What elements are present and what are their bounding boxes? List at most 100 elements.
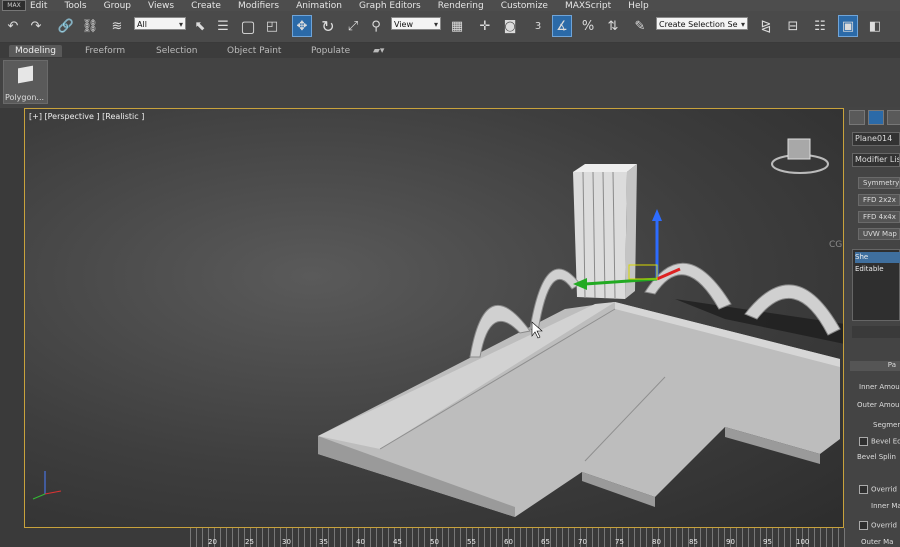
timeline-tick: 20 [208,538,217,546]
create-tab-icon[interactable] [849,110,865,125]
timeline-tick: 70 [578,538,587,546]
timeline-tick: 100 [796,538,810,546]
snap-toggle-icon[interactable]: 3 [528,15,548,37]
stack-item-editable[interactable]: Editable [855,264,900,275]
rotate-icon[interactable]: ↻ [318,15,338,37]
timeline-tick: 80 [652,538,661,546]
menu-item-edit[interactable]: Edit [30,1,47,11]
scene-render [32,138,843,517]
menu-item-create[interactable]: Create [191,1,221,11]
parameters-rollout-header[interactable]: Pa [850,361,900,371]
timeline-tick: 35 [319,538,328,546]
percent-snap-icon[interactable]: % [578,15,598,37]
pivot-icon[interactable]: ▦ [447,15,467,37]
menu-item-modifiers[interactable]: Modifiers [238,1,279,11]
bevel-spline-label: Bevel Splin [857,453,896,461]
menu-item-maxscript[interactable]: MAXScript [565,1,611,11]
symmetry-button[interactable]: Symmetry [858,177,900,189]
select-object-icon[interactable]: ⬉ [190,15,210,37]
render-frame-icon[interactable]: ◧ [865,15,885,37]
layer-manager-icon[interactable]: ☷ [810,15,830,37]
polygon-modeling-label: Polygon... [5,93,45,102]
menu-bar: MAX Edit Tools Group Views Create Modifi… [0,0,900,11]
timeline-tick: 95 [763,538,772,546]
modify-tab-icon[interactable] [868,110,884,125]
tab-modeling[interactable]: Modeling [9,45,62,57]
mirror-icon[interactable]: ⧎ [756,15,776,37]
bind-space-warp-icon[interactable]: ≋ [107,15,127,37]
uvw-map-button[interactable]: UVW Map [858,228,900,240]
redo-icon[interactable]: ↷ [26,15,46,37]
manipulate-icon[interactable]: ⚲ [366,15,386,37]
undo-icon[interactable]: ↶ [3,15,23,37]
unlink-icon[interactable]: ⛓ [80,15,100,37]
menu-item-rendering[interactable]: Rendering [438,1,484,11]
select-by-name-icon[interactable]: ☰ [213,15,233,37]
timeline-tick: 30 [282,538,291,546]
window-crossing-icon[interactable]: ◰ [262,15,282,37]
reference-coord-dropdown[interactable]: View [391,17,441,31]
render-setup-icon[interactable]: ▣ [838,15,858,37]
menu-item-help[interactable]: Help [628,1,649,11]
timeline-tick: 55 [467,538,476,546]
bevel-edges-checkbox[interactable]: Bevel Ed [859,437,900,446]
link-icon[interactable]: 🔗 [56,15,76,37]
hierarchy-tab-icon[interactable] [887,110,900,125]
edit-named-selection-icon[interactable]: ✎ [630,15,650,37]
selection-filter-dropdown[interactable]: All [134,17,186,31]
timeline-tick: 45 [393,538,402,546]
named-selection-dropdown[interactable]: Create Selection Se [656,17,748,31]
tab-freeform[interactable]: Freeform [85,45,125,57]
outer-material-label: Outer Ma [861,538,894,546]
timeline-tick: 85 [689,538,698,546]
override-inner-checkbox[interactable]: Overrid [859,485,897,494]
timeline-tick: 75 [615,538,624,546]
spinner-snap-icon[interactable]: ⇅ [603,15,623,37]
cube-icon [18,65,33,84]
timeline-tick: 40 [356,538,365,546]
app-logo[interactable]: MAX [2,0,26,11]
segments-label: Segmen [873,421,900,429]
timeline-tick: 60 [504,538,513,546]
timeline-tick: 65 [541,538,550,546]
align-icon[interactable]: ⊟ [783,15,803,37]
watermark-text: CG自学网 [829,240,843,250]
tab-selection[interactable]: Selection [156,45,197,57]
viewport-left-strip [0,108,24,528]
tab-populate[interactable]: Populate [311,45,350,57]
ribbon-panel: Polygon... [0,58,900,107]
object-name-field[interactable]: Plane014 [852,132,900,146]
menu-item-group[interactable]: Group [104,1,131,11]
keyboard-shortcut-icon[interactable]: ◙ [500,15,520,37]
override-outer-checkbox[interactable]: Overrid [859,521,897,530]
stack-item-shell[interactable]: She [855,252,900,263]
ffd-2x2-button[interactable]: FFD 2x2x [858,194,900,206]
move-icon[interactable]: ✥ [292,15,312,37]
menu-item-graph-editors[interactable]: Graph Editors [359,1,421,11]
timeline-tick: 90 [726,538,735,546]
polygon-modeling-button[interactable]: Polygon... [3,60,48,104]
select-manipulate-icon[interactable]: ✛ [475,15,495,37]
ffd-4x4-button[interactable]: FFD 4x4x [858,211,900,223]
ribbon-options-icon[interactable]: ▰▾ [373,45,384,57]
perspective-viewport[interactable]: [+] [Perspective ] [Realistic ] CG [24,108,844,528]
inner-amount-label: Inner Amou [859,383,900,391]
outer-amount-label: Outer Amou [857,401,900,409]
angle-snap-icon[interactable]: ∡ [552,15,572,37]
modifier-list-dropdown[interactable]: Modifier List [852,153,900,167]
main-toolbar: ↶ ↷ 🔗 ⛓ ≋ All ⬉ ☰ ▢ ◰ ✥ ↻ ⤢ ⚲ View ▦ ✛ ◙… [0,11,900,43]
tab-object-paint[interactable]: Object Paint [227,45,281,57]
rect-select-icon[interactable]: ▢ [238,15,258,37]
ribbon-tabs: Modeling Freeform Selection Object Paint… [0,43,900,58]
menu-item-tools[interactable]: Tools [64,1,86,11]
scale-icon[interactable]: ⤢ [343,15,363,37]
menu-item-animation[interactable]: Animation [296,1,342,11]
modifier-stack[interactable]: She Editable [852,249,900,321]
timeline-tick: 25 [245,538,254,546]
timeline-track[interactable]: 20 25 30 35 40 45 50 55 60 65 70 75 80 8… [0,528,845,547]
stack-toolbar[interactable] [852,326,900,338]
menu-item-views[interactable]: Views [148,1,174,11]
menu-item-customize[interactable]: Customize [501,1,548,11]
timeline-tick: 50 [430,538,439,546]
command-panel: Plane014 Modifier List Symmetry FFD 2x2x… [845,108,900,547]
